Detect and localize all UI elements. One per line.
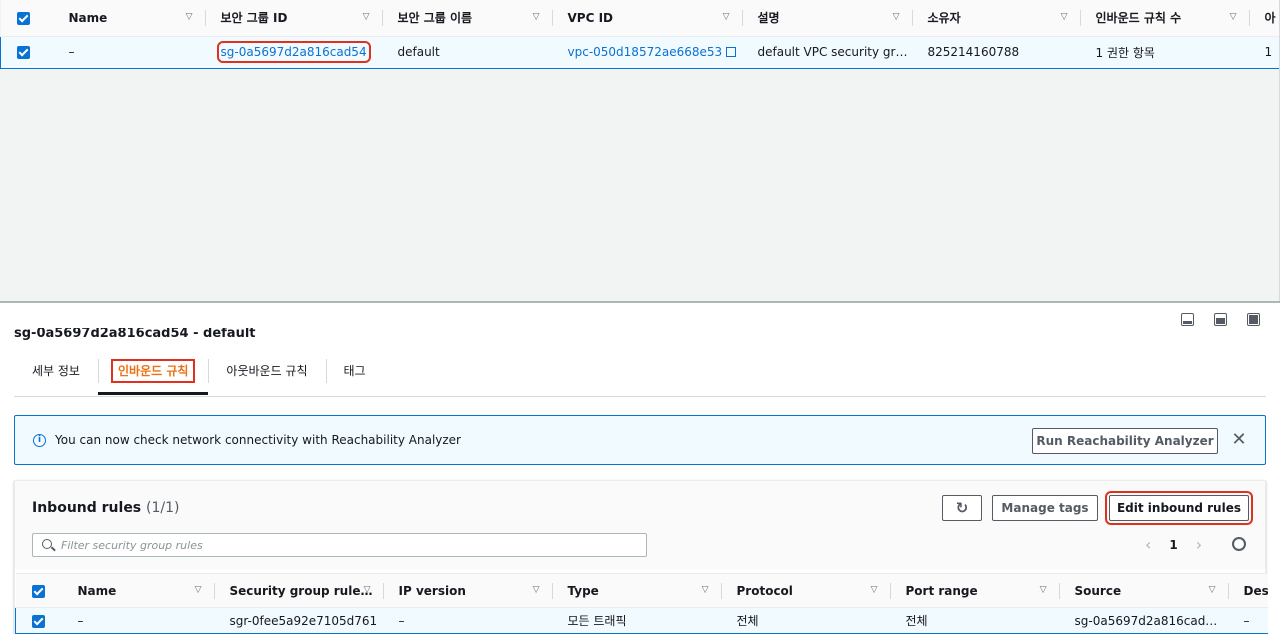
sg-id-link[interactable]: sg-0a5697d2a816cad54: [216, 41, 371, 63]
cell-description: default VPC security gr…: [741, 35, 912, 69]
column-header-port-range[interactable]: Port range ▽: [889, 573, 1059, 608]
tab-tags[interactable]: 태그: [325, 353, 384, 395]
inbound-rules-table: Name ▽ Security group rule… ▽ IP version ▽ …: [15, 573, 1268, 634]
info-icon: i: [33, 434, 46, 447]
cell-vpc-id: vpc-050d18572ae668e53: [551, 35, 742, 69]
cell-type: 모든 트래픽: [551, 607, 721, 634]
cell-protocol: 전체: [720, 607, 890, 634]
column-header-source[interactable]: Source ▽: [1058, 573, 1228, 608]
sort-icon[interactable]: ▽: [533, 12, 540, 22]
chevron-left-icon[interactable]: ‹: [1145, 535, 1151, 554]
filter-rules-input[interactable]: [61, 534, 641, 556]
column-header-sg-id[interactable]: 보안 그룹 ID ▽: [204, 0, 382, 37]
inbound-rules-title: Inbound rules (1/1): [32, 500, 180, 516]
column-header-protocol[interactable]: Protocol ▽: [720, 573, 890, 608]
row-checkbox[interactable]: [15, 607, 62, 634]
close-icon[interactable]: ✕: [1231, 429, 1247, 451]
tab-details[interactable]: 세부 정보: [14, 353, 98, 395]
column-header-name[interactable]: Name ▽: [61, 573, 214, 608]
page-number[interactable]: 1: [1169, 538, 1177, 552]
search-icon: [42, 539, 52, 549]
column-header-ip-version[interactable]: IP version ▽: [382, 573, 552, 608]
cell-inbound-count: 1 권한 항목: [1079, 35, 1249, 69]
sort-icon[interactable]: ▽: [186, 12, 193, 22]
inbound-rules-header: Inbound rules (1/1) ↻ Manage tags Edit i…: [15, 481, 1265, 569]
table-header-row: Name ▽ 보안 그룹 ID ▽ 보안 그룹 이름 ▽ VPC ID ▽ 설명 ▽ 소유…: [0, 0, 1279, 37]
cell-rule-id: sgr-0fee5a92e7105d761: [213, 607, 383, 634]
manage-tags-button[interactable]: Manage tags: [992, 495, 1098, 521]
detail-title: sg-0a5697d2a816cad54 - default: [14, 328, 256, 340]
cell-source: sg-0a5697d2a816cad…: [1058, 607, 1228, 634]
select-all-checkbox[interactable]: [15, 573, 62, 608]
column-header-vpc-id[interactable]: VPC ID ▽: [551, 0, 742, 37]
sort-icon[interactable]: ▽: [533, 585, 540, 595]
panel-half-icon[interactable]: [1214, 313, 1227, 326]
column-header-sg-name[interactable]: 보안 그룹 이름 ▽: [381, 0, 552, 37]
chevron-right-icon[interactable]: ›: [1196, 535, 1202, 554]
row-checkbox[interactable]: [0, 35, 53, 69]
sort-icon[interactable]: ▽: [364, 585, 371, 595]
cell-name: –: [61, 607, 214, 634]
cell-description: –: [1227, 607, 1268, 634]
gear-icon[interactable]: [1232, 537, 1246, 551]
filter-box: [32, 533, 647, 557]
table-header-row: Name ▽ Security group rule… ▽ IP version ▽ …: [15, 573, 1268, 608]
flash-message: You can now check network connectivity w…: [55, 433, 461, 447]
tab-inbound-rules[interactable]: 인바운드 규칙: [97, 353, 209, 395]
detail-tabs: 세부 정보 인바운드 규칙 아웃바운드 규칙 태그: [14, 353, 1266, 397]
cell-port-range: 전체: [889, 607, 1059, 634]
sort-icon[interactable]: ▽: [893, 12, 900, 22]
cell-owner: 825214160788: [911, 35, 1080, 69]
run-reachability-analyzer-button[interactable]: Run Reachability Analyzer: [1032, 428, 1218, 454]
sort-icon[interactable]: ▽: [723, 12, 730, 22]
panel-minimize-icon[interactable]: [1181, 313, 1194, 326]
reachability-flash-banner: i You can now check network connectivity…: [14, 415, 1266, 465]
sort-icon[interactable]: ▽: [195, 585, 202, 595]
detail-panel: sg-0a5697d2a816cad54 - default 세부 정보 인바운…: [0, 303, 1280, 634]
cell-name: –: [52, 35, 205, 69]
rules-count: (1/1): [146, 500, 180, 516]
tab-outbound-rules[interactable]: 아웃바운드 규칙: [208, 353, 325, 395]
vpc-id-link[interactable]: vpc-050d18572ae668e53: [568, 45, 723, 59]
column-header-inbound-count[interactable]: 인바운드 규칙 수 ▽: [1079, 0, 1249, 37]
sort-icon[interactable]: ▽: [363, 12, 370, 22]
panel-view-controls: [1181, 313, 1260, 326]
column-header-name[interactable]: Name ▽: [52, 0, 205, 37]
external-link-icon[interactable]: [726, 47, 737, 57]
panel-maximize-icon[interactable]: [1247, 313, 1260, 326]
column-header-type[interactable]: Type ▽: [551, 573, 721, 608]
column-header-description[interactable]: Des: [1227, 573, 1268, 608]
table-row[interactable]: – sg-0a5697d2a816cad54 default vpc-050d1…: [0, 35, 1279, 69]
security-group-table: Name ▽ 보안 그룹 ID ▽ 보안 그룹 이름 ▽ VPC ID ▽ 설명 ▽ 소유…: [0, 0, 1279, 69]
column-header-owner[interactable]: 소유자 ▽: [911, 0, 1080, 37]
security-group-list-panel: Name ▽ 보안 그룹 ID ▽ 보안 그룹 이름 ▽ VPC ID ▽ 설명 ▽ 소유…: [0, 0, 1280, 301]
sort-icon[interactable]: ▽: [1230, 12, 1237, 22]
cell-overflow: 1: [1248, 35, 1279, 69]
sort-icon[interactable]: ▽: [702, 585, 709, 595]
inbound-rules-container: Inbound rules (1/1) ↻ Manage tags Edit i…: [14, 480, 1268, 634]
table-row[interactable]: – sgr-0fee5a92e7105d761 – 모든 트래픽 전체 전체 s…: [15, 607, 1268, 634]
sort-icon[interactable]: ▽: [1040, 585, 1047, 595]
cell-sg-name: default: [381, 35, 552, 69]
column-header-description[interactable]: 설명 ▽: [741, 0, 912, 37]
sort-icon[interactable]: ▽: [871, 585, 878, 595]
cell-ip-version: –: [382, 607, 552, 634]
pagination: ‹ 1 ›: [1145, 535, 1202, 554]
column-header-overflow[interactable]: 아: [1248, 0, 1279, 37]
cell-sg-id: sg-0a5697d2a816cad54: [204, 35, 382, 69]
column-header-rule-id[interactable]: Security group rule… ▽: [213, 573, 383, 608]
sort-icon[interactable]: ▽: [1209, 585, 1216, 595]
sort-icon[interactable]: ▽: [1061, 12, 1068, 22]
refresh-button[interactable]: ↻: [942, 495, 982, 521]
edit-inbound-rules-button[interactable]: Edit inbound rules: [1105, 491, 1253, 525]
select-all-checkbox[interactable]: [0, 0, 53, 37]
